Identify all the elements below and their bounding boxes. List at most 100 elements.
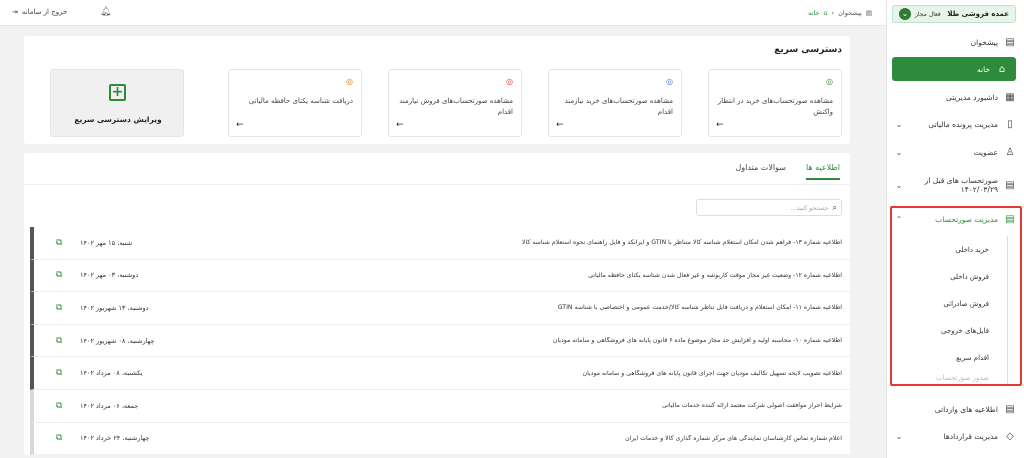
edit-icon[interactable]: ⧉ (56, 270, 62, 280)
row-title: شرایط احراز موافقت اصولی شرکت معتمد ارائ… (662, 402, 842, 410)
sidebar-item-label: مدیریت صورتحساب (935, 214, 998, 224)
sidebar-item-membership[interactable]: ♙ عضویت ⌄ (886, 140, 1024, 164)
invoice-submenu: خرید داخلی فروش داخلی فروش صادراتی فایل‌… (908, 236, 1008, 385)
organization-selector[interactable]: عمده فروشی طلا فعال مجاز ⌄ (892, 5, 1016, 23)
org-name: عمده فروشی طلا (947, 10, 1009, 18)
dashboard-icon: ▤ (865, 9, 872, 17)
edit-icon[interactable]: ⧉ (56, 238, 62, 248)
sidebar-item-label: صورتحساب های قبل از ۱۴۰۲/۰۳/۲۹ (924, 176, 998, 194)
plus-icon: + (109, 84, 126, 101)
breadcrumb-item-dashboard[interactable]: پیشخوان (838, 9, 862, 17)
edit-icon[interactable]: ⧉ (56, 303, 62, 313)
edit-icon[interactable]: ⧉ (56, 368, 62, 378)
edit-quick-access-label: ویرایش دسترسی سریع (74, 115, 162, 124)
announcement-list: اطلاعیه شماره ۱۳- فراهم شدن امکان استعلا… (30, 227, 850, 455)
row-date: چهارشنبه، ۲۴ خرداد ۱۴۰۲ (80, 434, 150, 443)
top-header: ▤ پیشخوان ‹ ⌂ خانه 🔔︎ خروج از سامانه ⇥ (0, 0, 886, 26)
quick-card-purchase-awaiting[interactable]: ◎ مشاهده صورتحساب‌های خرید در انتظار واک… (708, 69, 842, 137)
row-title: اطلاعیه تصویب لایحه تسهیل تکالیف مودیان … (582, 369, 842, 377)
table-row[interactable]: اطلاعیه تصویب لایحه تسهیل تکالیف مودیان … (30, 357, 850, 390)
quick-card-text: مشاهده صورتحساب‌های خرید در انتظار واکنش (717, 97, 833, 116)
arrow-left-icon: ← (716, 120, 724, 130)
table-row[interactable]: اطلاعیه شماره ۱۰- محاسبه اولیه و افزایش … (30, 324, 850, 358)
home-icon: ⌂ (998, 63, 1006, 75)
tab-faq[interactable]: سوالات متداول (735, 163, 786, 180)
arrow-left-icon: ← (396, 120, 404, 130)
sidebar: عمده فروشی طلا فعال مجاز ⌄ ▤ پیشخوان ⌂ خ… (886, 0, 1024, 458)
sidebar-item-label: مدیریت پرونده مالیاتی (928, 119, 998, 129)
grid-icon: ▦ (1005, 91, 1015, 103)
tab-announcements[interactable]: اطلاعیه ها (805, 163, 840, 180)
breadcrumb: ▤ پیشخوان ‹ ⌂ خانه (808, 9, 872, 17)
table-row[interactable]: اطلاعیه شماره ۱۱- امکان استعلام و دریافت… (30, 292, 850, 325)
invoice-icon: ▤ (1005, 213, 1015, 225)
arrow-left-icon: ← (236, 120, 244, 130)
org-status: فعال مجاز (915, 10, 941, 18)
quick-card-sales-action[interactable]: ◎ مشاهده صورتحساب‌های فروش نیازمند اقدام… (388, 69, 522, 137)
sidebar-item-contracts[interactable]: ◇ مدیریت قراردادها ⌄ (886, 424, 1024, 448)
coins-icon: ◎ (666, 77, 673, 86)
sidebar-item-home[interactable]: ⌂ خانه (892, 57, 1016, 81)
search-input[interactable]: ⌕ جستجو کنید... (696, 199, 842, 216)
row-date: شنبه، ۱۵ مهر ۱۴۰۲ (80, 238, 133, 247)
sidebar-item-label: اطلاعیه های وارداتی (934, 404, 998, 414)
row-title: اعلام شماره تماس کارشناسان نمایندگی های … (625, 434, 842, 442)
sidebar-item-management-dashboard[interactable]: ▦ داشبورد مدیریتی (886, 85, 1024, 109)
row-date: دوشنبه، ۰۳ مهر ۱۴۰۲ (80, 271, 139, 280)
quick-card-memory-id[interactable]: ◎ دریافت شناسه یکتای حافظه مالیاتی ← (228, 69, 362, 137)
sidebar-item-invoice-management[interactable]: ▤ مدیریت صورتحساب ⌃ (886, 207, 1024, 231)
home-icon: ⌂ (823, 9, 828, 17)
search-placeholder: جستجو کنید... (790, 203, 829, 212)
sidebar-item-label: پیشخوان (970, 37, 998, 47)
row-title: اطلاعیه شماره ۱۲- وضعیت غیر مجاز موقت کا… (588, 271, 842, 279)
file-icon: ▯ (1007, 118, 1013, 130)
sidebar-item-tax-file[interactable]: ▯ مدیریت پرونده مالیاتی ⌄ (886, 112, 1024, 136)
edit-icon[interactable]: ⧉ (56, 401, 62, 411)
submenu-item-quick-action[interactable]: اقدام سریع (908, 344, 1007, 371)
sidebar-item-legacy-invoices[interactable]: ▤ صورتحساب های قبل از ۱۴۰۲/۰۳/۲۹ ⌄ (886, 170, 1024, 200)
sidebar-item-import-notices[interactable]: ▤ اطلاعیه های وارداتی (886, 397, 1024, 421)
chevron-down-icon: ⌄ (895, 147, 903, 157)
coins-icon: ◎ (826, 77, 833, 86)
submenu-item-domestic-purchase[interactable]: خرید داخلی (908, 236, 1007, 263)
table-row[interactable]: اعلام شماره تماس کارشناسان نمایندگی های … (30, 422, 850, 455)
chevron-down-icon: ⌄ (895, 180, 903, 190)
sidebar-item-label: داشبورد مدیریتی (946, 92, 998, 102)
chevron-up-icon: ⌃ (895, 214, 903, 224)
edit-icon[interactable]: ⧉ (56, 433, 62, 443)
bell-icon[interactable]: 🔔︎ (100, 7, 111, 17)
announcement-tabs: اطلاعیه ها سوالات متداول (735, 163, 840, 180)
breadcrumb-item-home[interactable]: خانه (808, 9, 819, 17)
quick-access-title: دسترسی سریع (774, 45, 842, 55)
table-row[interactable]: اطلاعیه شماره ۱۲- وضعیت غیر مجاز موقت کا… (30, 259, 850, 293)
quick-card-text: دریافت شناسه یکتای حافظه مالیاتی (248, 97, 353, 105)
table-row[interactable]: شرایط احراز موافقت اصولی شرکت معتمد ارائ… (30, 389, 850, 423)
announcements-panel: اطلاعیه ها سوالات متداول ⌕ جستجو کنید...… (24, 153, 850, 455)
submenu-item-issue-invoice[interactable]: صدور صورتحساب (908, 371, 1007, 385)
logout-icon: ⇥ (12, 8, 18, 16)
edit-icon[interactable]: ⧉ (56, 336, 62, 346)
submenu-item-domestic-sale[interactable]: فروش داخلی (908, 263, 1007, 290)
submenu-item-export-sale[interactable]: فروش صادراتی (908, 290, 1007, 317)
row-title: اطلاعیه شماره ۱۳- فراهم شدن امکان استعلا… (522, 239, 842, 247)
row-date: چهارشنبه، ۰۸ شهریور ۱۴۰۲ (80, 336, 155, 345)
logout-button[interactable]: خروج از سامانه ⇥ (12, 8, 67, 16)
chevron-down-icon: ⌄ (895, 431, 903, 441)
sidebar-item-label: مدیریت قراردادها (943, 431, 998, 441)
tab-divider (24, 184, 850, 185)
table-row[interactable]: اطلاعیه شماره ۱۳- فراهم شدن امکان استعلا… (30, 227, 850, 260)
notice-icon: ▤ (1005, 403, 1015, 415)
chevron-left-icon: ‹ (831, 9, 835, 17)
submenu-item-output-files[interactable]: فایل‌های خروجی (908, 317, 1007, 344)
sidebar-item-label: خانه (976, 64, 990, 74)
chevron-down-icon: ⌄ (899, 8, 911, 20)
quick-access-panel: دسترسی سریع ◎ مشاهده صورتحساب‌های خرید د… (24, 36, 850, 144)
edit-quick-access-button[interactable]: + ویرایش دسترسی سریع (50, 69, 184, 137)
user-icon: ♙ (1005, 146, 1015, 158)
quick-card-text: مشاهده صورتحساب‌های فروش نیازمند اقدام (399, 97, 513, 116)
arrow-left-icon: ← (556, 120, 564, 130)
logout-label: خروج از سامانه (21, 8, 68, 16)
sidebar-item-dashboard[interactable]: ▤ پیشخوان (886, 30, 1024, 54)
row-date: دوشنبه، ۱۳ شهریور ۱۴۰۲ (80, 303, 149, 312)
quick-card-purchase-action[interactable]: ◎ مشاهده صورتحساب‌های خرید نیازمند اقدام… (548, 69, 682, 137)
